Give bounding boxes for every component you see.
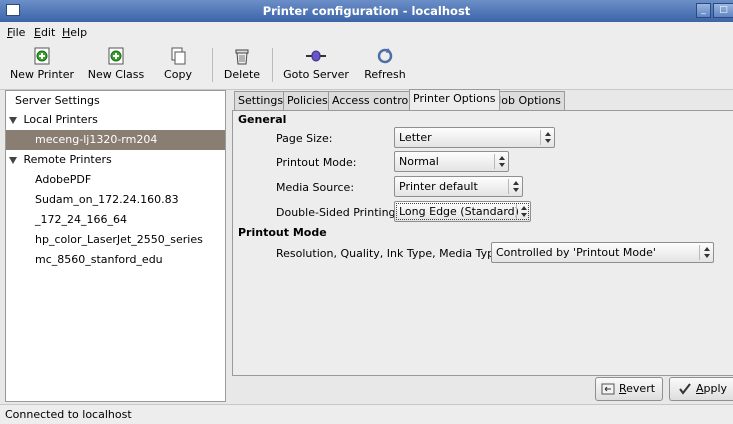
printout-mode-label: Printout Mode: [276,156,357,169]
resolution-select[interactable]: Controlled by 'Printout Mode' [491,242,714,263]
tab-access-control[interactable]: Access control [328,91,416,110]
combo-arrow-icon [540,130,554,145]
tab-settings[interactable]: Settings [234,91,288,110]
tree-item-printer[interactable]: _172_24_166_64 [6,210,225,230]
printout-mode-select[interactable]: Normal [394,151,509,172]
refresh-icon [377,48,393,64]
title-bar: Printer configuration - localhost _ □ [0,0,733,22]
toolbar: New Printer New Class Copy Delete Goto S… [0,42,733,90]
window-title: Printer configuration - localhost [262,4,471,18]
menu-file[interactable]: File [7,26,25,39]
tab-printer-options[interactable]: Printer Options [409,89,500,110]
checkmark-icon [679,383,691,395]
refresh-button[interactable]: Refresh [360,44,410,86]
new-class-button[interactable]: New Class [86,44,146,86]
tree-item-printer[interactable]: hp_color_LaserJet_2550_series [6,230,225,250]
tree-item-local-printers[interactable]: Local Printers [6,110,228,130]
trash-icon [235,49,249,65]
status-bar: Connected to localhost [0,404,733,424]
toolbar-separator [212,48,213,82]
tree-item-printer[interactable]: meceng-lj1320-rm204 [6,130,225,150]
apply-button[interactable]: Apply [669,377,733,401]
media-source-select[interactable]: Printer default [394,176,523,197]
tree-item-printer[interactable]: AdobePDF [6,170,225,190]
minimize-icon[interactable]: _ [696,3,711,18]
page-size-select[interactable]: Letter [394,127,555,148]
expander-icon[interactable] [9,116,17,124]
new-class-icon [108,47,124,65]
copy-icon [171,47,186,65]
new-printer-icon [34,47,50,65]
tab-policies[interactable]: Policies [283,91,332,110]
printer-tree: Server Settings Local Printers meceng-lj… [5,90,226,402]
page-size-label: Page Size: [276,132,333,145]
tree-item-printer[interactable]: mc_8560_stanford_edu [6,250,225,270]
menu-help[interactable]: Help [62,26,87,39]
delete-button[interactable]: Delete [222,44,262,86]
tree-item-remote-printers[interactable]: Remote Printers [6,150,228,170]
tree-item-printer[interactable]: Sudam_on_172.24.160.83 [6,190,225,210]
connect-icon [306,50,326,62]
media-source-label: Media Source: [276,181,355,194]
double-sided-label: Double-Sided Printing: [276,206,400,219]
revert-button[interactable]: Revert [595,377,663,401]
combo-arrow-icon [508,179,522,194]
double-sided-select[interactable]: Long Edge (Standard) [394,201,531,222]
combo-arrow-icon [516,204,530,219]
copy-button[interactable]: Copy [160,44,196,86]
combo-arrow-icon [699,245,713,260]
tab-job-options[interactable]: Job Options [494,91,565,110]
section-general: General [238,113,287,126]
goto-server-button[interactable]: Goto Server [282,44,350,86]
maximize-icon[interactable]: □ [713,3,733,18]
resolution-label: Resolution, Quality, Ink Type, Media Typ… [276,247,505,260]
revert-icon [601,383,615,395]
new-printer-button[interactable]: New Printer [1,44,83,86]
status-text: Connected to localhost [5,408,132,421]
combo-arrow-icon [494,154,508,169]
expander-icon[interactable] [9,156,17,164]
section-printout-mode: Printout Mode [238,226,327,239]
menu-edit[interactable]: Edit [34,26,55,39]
tree-item-server-settings[interactable]: Server Settings [6,91,234,111]
menu-bar: File Edit Help [0,22,733,42]
toolbar-separator [272,48,273,82]
